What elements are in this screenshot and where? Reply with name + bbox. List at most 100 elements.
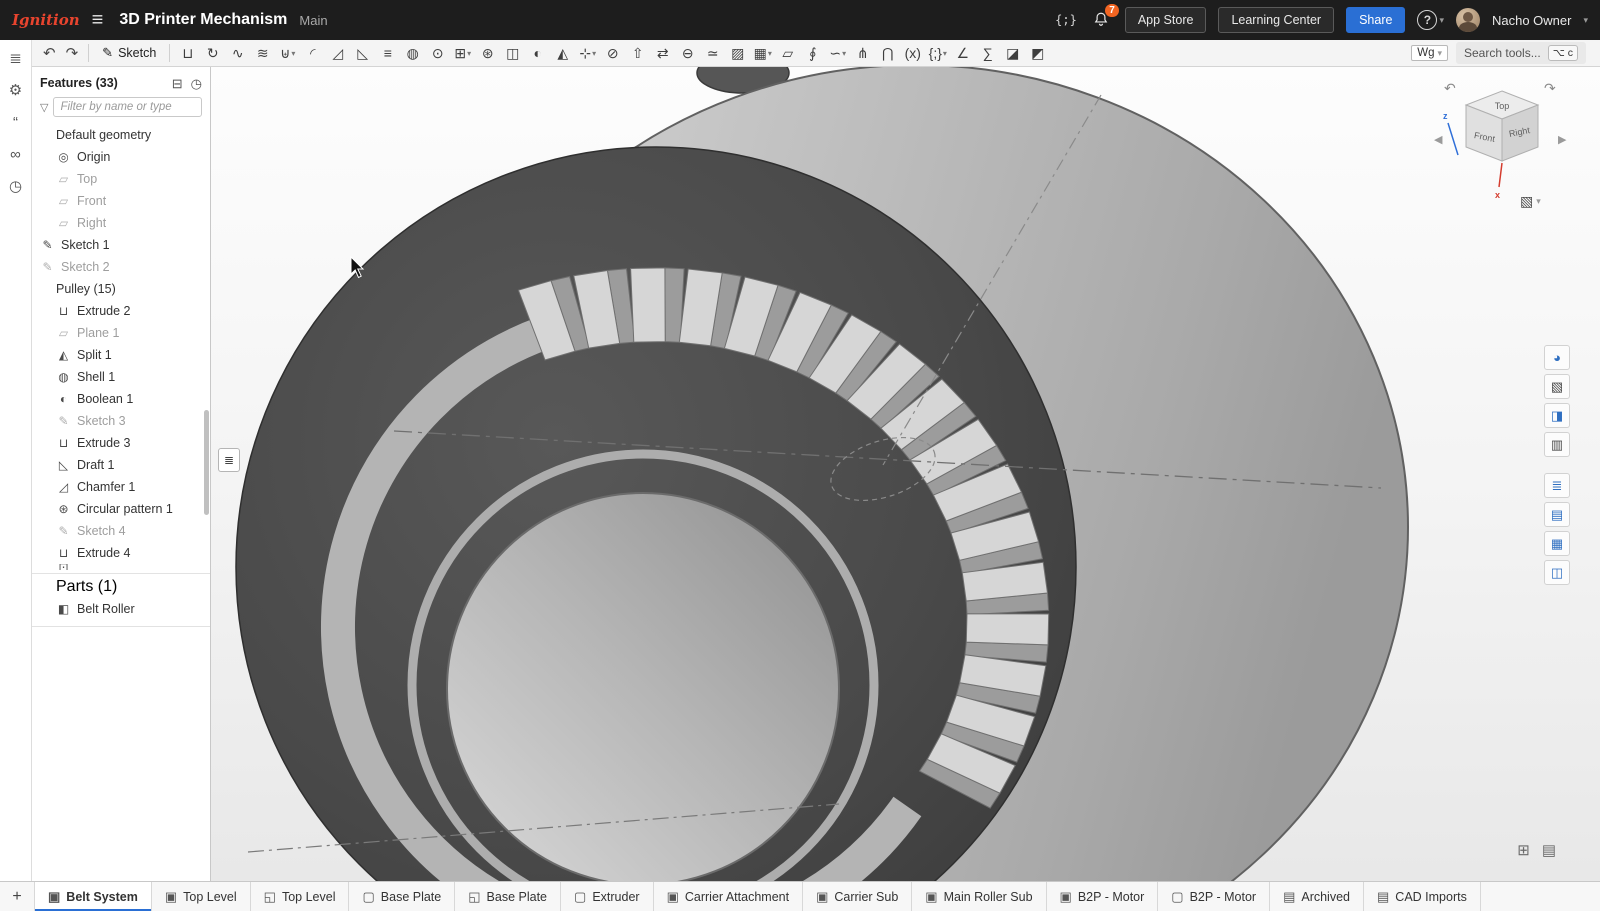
right-toolbar-button[interactable]: ▤ <box>1544 502 1570 527</box>
toolbar-icon[interactable]: ▱ ▾ <box>775 42 800 65</box>
right-toolbar-button[interactable]: ▧ <box>1544 374 1570 399</box>
help-menu[interactable]: ? ▾ <box>1417 10 1444 30</box>
document-tab[interactable]: ▣ Carrier Attachment <box>654 882 804 911</box>
parts-section-header[interactable]: Parts (1) <box>32 576 210 598</box>
document-tab[interactable]: ▢ Extruder <box>561 882 654 911</box>
rotate-east-icon[interactable]: ▶ <box>1558 134 1567 146</box>
feature-row[interactable]: ⊔ Extrude 2 <box>32 300 210 322</box>
document-tab[interactable]: ▣ Belt System <box>35 882 152 911</box>
toolbar-icon[interactable]: ▨ ▾ <box>725 42 750 65</box>
search-tools[interactable]: Search tools... ⌥ c <box>1456 42 1586 64</box>
feature-row[interactable]: ✎ Sketch 4 <box>32 520 210 542</box>
feature-row[interactable]: ⊔ Extrude 4 <box>32 542 210 564</box>
toolbar-icon[interactable]: ⊘ ▾ <box>600 42 625 65</box>
feature-row[interactable]: ◿ Chamfer 1 <box>32 476 210 498</box>
right-toolbar-button[interactable]: ◕ <box>1544 345 1570 370</box>
toolbar-icon[interactable]: ⊙ ▾ <box>425 42 450 65</box>
toolbar-icon[interactable]: ≃ ▾ <box>700 42 725 65</box>
toolbar-icon[interactable]: ⊛ ▾ <box>475 42 500 65</box>
feature-row[interactable]: ▱ Right <box>32 212 210 234</box>
feature-row[interactable]: ✎ Sketch 1 <box>32 234 210 256</box>
display-settings-icon[interactable]: ▤ <box>1542 841 1556 859</box>
toolbar-icon[interactable]: ⇄ ▾ <box>650 42 675 65</box>
document-tab[interactable]: ▣ Carrier Sub <box>803 882 912 911</box>
toolbar-icon[interactable]: ◪ ▾ <box>1000 42 1025 65</box>
toolbar-icon[interactable]: ∮ ▾ <box>800 42 825 65</box>
rail-button[interactable]: “ <box>4 110 28 134</box>
document-tab[interactable]: ▢ Base Plate <box>349 882 455 911</box>
document-tab[interactable]: ▢ B2P - Motor <box>1158 882 1270 911</box>
feature-row[interactable]: ◐ Boolean 1 <box>32 388 210 410</box>
right-toolbar-button[interactable]: ◫ <box>1544 560 1570 585</box>
document-tab[interactable]: ▣ B2P - Motor <box>1047 882 1159 911</box>
workspace-chip[interactable]: Wg ▾ <box>1411 45 1448 61</box>
toolbar-icon[interactable]: ≡ ▾ <box>375 42 400 65</box>
feature-row[interactable]: ◺ Draft 1 <box>32 454 210 476</box>
workspace-name[interactable]: Main <box>299 13 327 28</box>
right-toolbar-button[interactable]: ▦ <box>1544 531 1570 556</box>
toolbar-icon[interactable]: ◺ ▾ <box>350 42 375 65</box>
document-tab[interactable]: ◱ Base Plate <box>455 882 561 911</box>
toolbar-icon[interactable]: ◩ ▾ <box>1025 42 1050 65</box>
feature-row[interactable]: ◭ Split 1 <box>32 344 210 366</box>
user-name[interactable]: Nacho Owner <box>1492 13 1571 28</box>
rotate-west-icon[interactable]: ◀ <box>1434 134 1443 146</box>
toolbar-icon[interactable]: ∽ ▾ <box>825 42 850 65</box>
model-canvas[interactable] <box>210 67 1600 881</box>
document-tab[interactable]: ▣ Main Roller Sub <box>912 882 1046 911</box>
view-mode-dropdown[interactable]: ▧ ▾ <box>1520 193 1541 210</box>
rail-button[interactable]: ◷ <box>4 174 28 198</box>
toolbar-icon[interactable]: ◍ ▾ <box>400 42 425 65</box>
avatar[interactable] <box>1456 8 1480 32</box>
toolbar-icon[interactable]: ⊖ ▾ <box>675 42 700 65</box>
toolbar-icon[interactable]: ⊔ ▾ <box>175 42 200 65</box>
feature-row[interactable]: Pulley (15) <box>32 278 210 300</box>
toolbar-icon[interactable]: ◐ ▾ <box>525 42 550 65</box>
toolbar-icon[interactable]: ◜ ▾ <box>300 42 325 65</box>
toolbar-icon[interactable]: ∑ ▾ <box>975 42 1000 65</box>
document-tab[interactable]: ▤ CAD Imports <box>1364 882 1481 911</box>
feature-row[interactable]: ✎ Sketch 2 <box>32 256 210 278</box>
share-button[interactable]: Share <box>1346 7 1405 33</box>
feature-row[interactable]: ⊛ Circular pattern 1 <box>32 498 210 520</box>
feature-row[interactable]: ⊡ <box>32 564 210 570</box>
document-tab[interactable]: ◱ Top Level <box>251 882 350 911</box>
rail-button[interactable]: ⚙ <box>4 78 28 102</box>
toolbar-icon[interactable]: ◭ ▾ <box>550 42 575 65</box>
learning-center-button[interactable]: Learning Center <box>1218 7 1334 33</box>
rotate-right-icon[interactable]: ↷ <box>1544 81 1556 97</box>
toolbar-icon[interactable]: ⊎ ▾ <box>275 42 300 65</box>
feature-row[interactable]: ◍ Shell 1 <box>32 366 210 388</box>
notifications-bell-icon[interactable]: 7 <box>1089 8 1113 32</box>
history-icon[interactable]: ◷ <box>191 77 202 90</box>
add-tab-button[interactable]: + <box>0 882 35 911</box>
app-store-button[interactable]: App Store <box>1125 7 1207 33</box>
right-toolbar-button[interactable]: ≣ <box>1544 473 1570 498</box>
part-row[interactable]: ◧ Belt Roller <box>32 598 210 620</box>
feature-row[interactable]: ▱ Top <box>32 168 210 190</box>
toolbar-icon[interactable]: (x) ▾ <box>900 42 925 65</box>
toolbar-icon[interactable]: ◫ ▾ <box>500 42 525 65</box>
toolbar-icon[interactable]: ▦ ▾ <box>750 42 775 65</box>
document-tab[interactable]: ▤ Archived <box>1270 882 1364 911</box>
feature-row[interactable]: Default geometry <box>32 124 210 146</box>
sketch-button[interactable]: ✎ Sketch <box>94 43 164 63</box>
rail-button[interactable]: ∞ <box>4 142 28 166</box>
feature-filter-input[interactable] <box>53 97 202 117</box>
right-toolbar-button[interactable]: ▥ <box>1544 432 1570 457</box>
rail-button[interactable]: ≣ <box>4 46 28 70</box>
toolbar-icon[interactable]: ∠ ▾ <box>950 42 975 65</box>
feature-row[interactable]: ⊔ Extrude 3 <box>32 432 210 454</box>
undo-icon[interactable]: ↶ <box>38 44 61 62</box>
featurescript-icon[interactable]: {;} <box>1055 13 1077 27</box>
toolbar-icon[interactable]: ⇧ ▾ <box>625 42 650 65</box>
rollback-bar-icon[interactable]: ⊟ <box>172 77 183 90</box>
hamburger-icon[interactable]: ≡ <box>92 10 104 30</box>
toolbar-icon[interactable]: ⊞ ▾ <box>450 42 475 65</box>
redo-icon[interactable]: ↷ <box>61 44 84 62</box>
toolbar-icon[interactable]: ⋔ ▾ <box>850 42 875 65</box>
bore[interactable] <box>447 493 839 881</box>
toolbar-icon[interactable]: ↻ ▾ <box>200 42 225 65</box>
feature-row[interactable]: ▱ Plane 1 <box>32 322 210 344</box>
document-tab[interactable]: ▣ Top Level <box>152 882 251 911</box>
